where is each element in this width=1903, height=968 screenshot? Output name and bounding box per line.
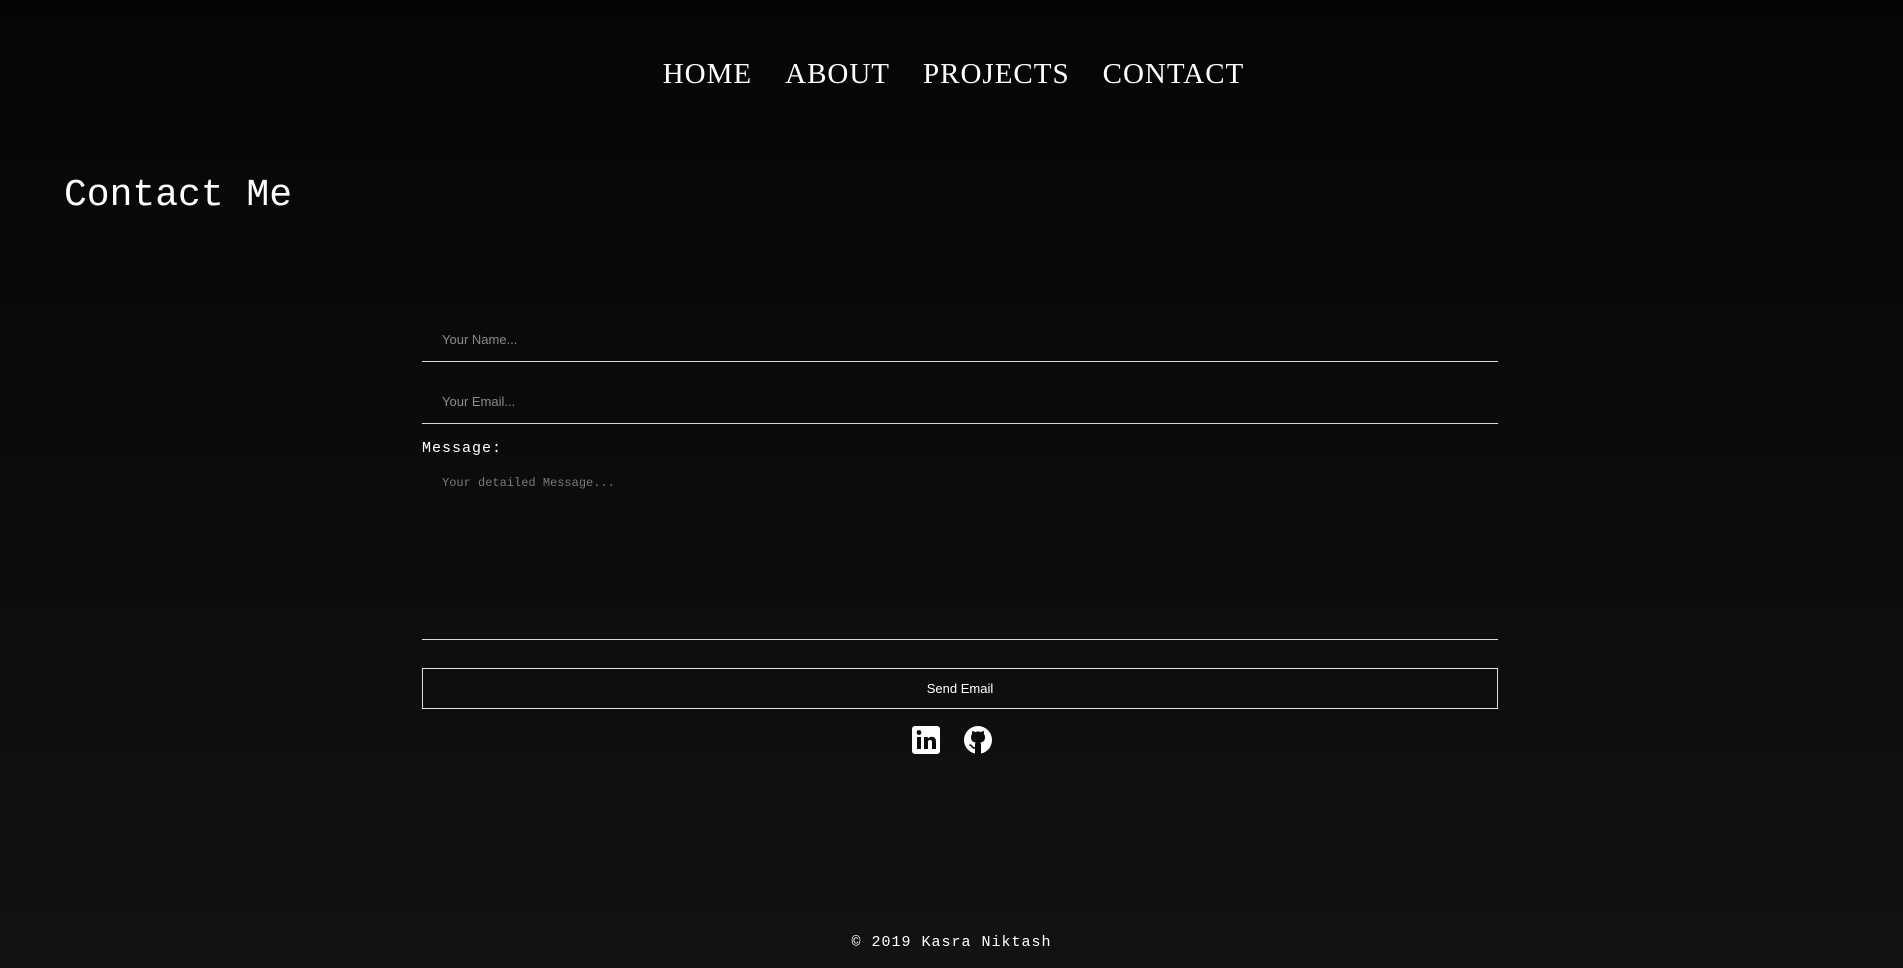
github-link[interactable]	[963, 725, 993, 755]
linkedin-icon	[911, 726, 940, 754]
github-icon	[963, 726, 992, 754]
contact-form: Message: Send Email	[422, 318, 1498, 709]
nav-projects-link[interactable]: PROJECTS	[923, 52, 1070, 96]
social-links	[0, 725, 1903, 755]
email-input[interactable]	[422, 380, 1498, 424]
nav-home-link[interactable]: HOME	[663, 52, 752, 96]
message-label: Message:	[422, 440, 503, 457]
footer-copyright: © 2019 Kasra Niktash	[851, 934, 1052, 951]
nav-contact-link[interactable]: CONTACT	[1103, 52, 1245, 96]
main-nav: HOME ABOUT PROJECTS CONTACT	[0, 52, 1903, 96]
nav-about-link[interactable]: ABOUT	[785, 52, 890, 96]
send-email-button[interactable]: Send Email	[422, 668, 1498, 709]
name-input[interactable]	[422, 318, 1498, 362]
page-title: Contact Me	[64, 174, 293, 217]
message-textarea[interactable]	[422, 464, 1498, 640]
linkedin-link[interactable]	[911, 725, 941, 755]
